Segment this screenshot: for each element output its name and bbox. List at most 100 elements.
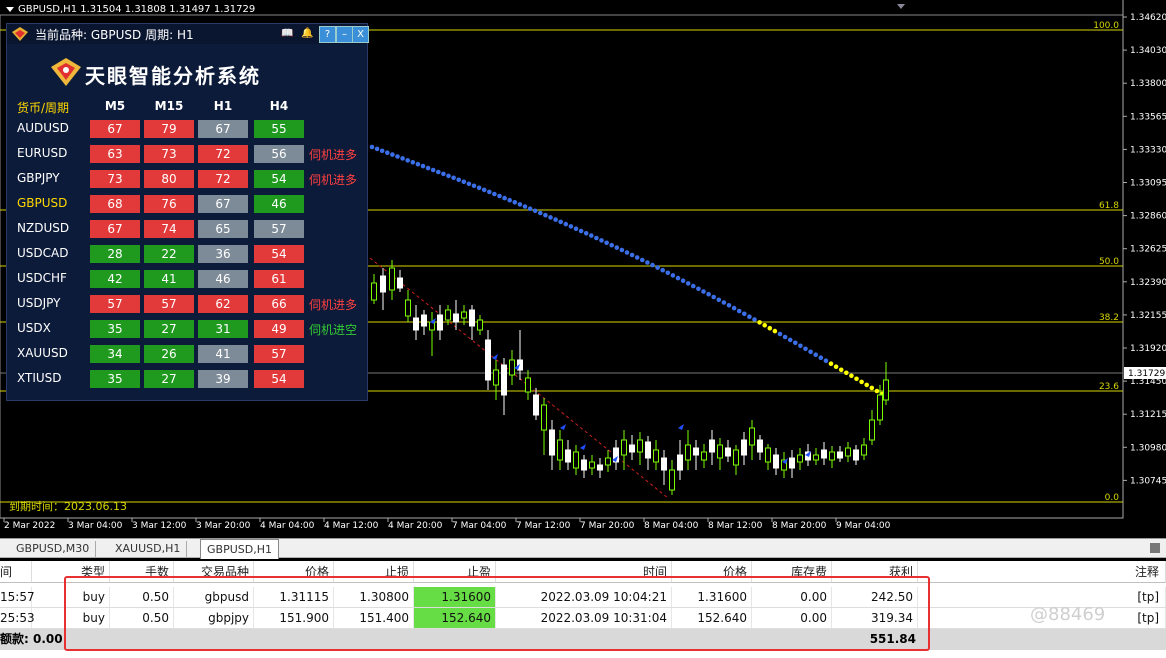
indicator-dot	[706, 291, 711, 297]
signal-cell: 46	[198, 270, 248, 288]
price-tick-label: 1.30980	[1130, 443, 1166, 453]
row-symbol-audusd[interactable]: AUDUSD	[17, 121, 69, 135]
indicator-dot	[624, 250, 630, 255]
brand-title: 天眼智能分析系统	[85, 64, 261, 88]
col-header-m5: M5	[104, 99, 126, 113]
indicator-dot	[456, 177, 462, 183]
shift-marker-icon[interactable]	[897, 4, 905, 9]
row-symbol-xauusd[interactable]: XAUUSD	[17, 346, 68, 360]
indicator-dot	[425, 165, 431, 171]
row-symbol-usdx[interactable]: USDX	[17, 321, 51, 335]
row-symbol-usdchf[interactable]: USDCHF	[17, 271, 67, 285]
indicator-dot	[767, 325, 773, 331]
highlight-box	[64, 576, 930, 651]
time-tick-label: 9 Mar 04:00	[836, 521, 891, 531]
price-tick-label: 1.33330	[1130, 145, 1166, 155]
price-tick-label: 1.34030	[1130, 46, 1166, 56]
row-symbol-xtiusd[interactable]: XTIUSD	[17, 371, 62, 385]
indicator-dot	[619, 247, 625, 253]
chart-menu-triangle-icon[interactable]	[6, 6, 14, 12]
indicator-dot	[803, 346, 808, 352]
indicator-dot	[742, 311, 747, 317]
indicator-dot	[446, 173, 451, 179]
col-header[interactable]: 注释	[918, 561, 1166, 583]
signal-cell: 72	[198, 145, 248, 163]
row-symbol-usdjpy[interactable]: USDJPY	[17, 296, 60, 310]
tab-xauusd-h1[interactable]: XAUUSD,H1	[109, 541, 188, 557]
indicator-dot	[374, 146, 380, 152]
close-icon[interactable]: X	[352, 26, 369, 43]
indicator-dot	[471, 183, 477, 189]
row-symbol-usdcad[interactable]: USDCAD	[17, 246, 68, 260]
signal-cell: 67	[198, 120, 248, 138]
tab-scroll-icon[interactable]	[1150, 543, 1160, 553]
col-header-m15: M15	[154, 99, 184, 113]
indicator-dot	[869, 385, 875, 391]
indicator-dot	[614, 245, 620, 250]
indicator-dot	[517, 202, 523, 207]
indicator-dot	[752, 317, 757, 322]
indicator-dot	[563, 221, 569, 227]
indicator-dot	[645, 260, 650, 265]
indicator-dot	[558, 219, 563, 225]
row-symbol-eurusd[interactable]: EURUSD	[17, 146, 67, 160]
indicator-dot	[844, 370, 849, 376]
row-symbol-gbpjpy[interactable]: GBPJPY	[17, 171, 60, 185]
signal-cell: 54	[254, 245, 304, 263]
signal-cell: 49	[254, 320, 304, 338]
indicator-dot	[527, 206, 533, 211]
time-tick-label: 2 Mar 2022	[4, 521, 55, 531]
bell-icon[interactable]: 🔔	[300, 26, 315, 41]
indicator-dot	[823, 358, 829, 364]
price-tick-label: 1.31450	[1130, 377, 1166, 387]
time-tick-label: 4 Mar 12:00	[324, 521, 379, 531]
indicator-dot	[481, 187, 487, 193]
signal-cell: 46	[254, 195, 304, 213]
minimize-icon[interactable]: –	[336, 26, 353, 43]
indicator-dot	[573, 226, 579, 231]
indicator-dot	[502, 195, 507, 201]
row-symbol-nzdusd[interactable]: NZDUSD	[17, 221, 69, 235]
fib-label: 61.8	[1099, 201, 1119, 211]
indicator-dot	[390, 152, 395, 157]
col-header[interactable]: 间	[0, 561, 32, 583]
row-symbol-gbpusd[interactable]: GBPUSD	[17, 196, 67, 210]
tab-gbpusd-h1[interactable]: GBPUSD,H1	[200, 539, 279, 559]
col-header-h1: H1	[213, 99, 233, 113]
price-tick-label: 1.34620	[1130, 13, 1166, 23]
signal-cell: 66	[254, 295, 304, 313]
help-icon[interactable]: ?	[319, 26, 336, 43]
analysis-panel[interactable]: 当前品种: GBPUSD 周期: H1 📖 🔔 ? – X 天眼智能分析系统 货…	[6, 23, 369, 401]
indicator-dot	[640, 257, 645, 263]
indicator-dot	[385, 150, 390, 155]
indicator-dot	[420, 163, 426, 169]
price-tick-label: 1.32390	[1130, 278, 1166, 288]
indicator-dot	[369, 144, 375, 150]
indicator-dot	[466, 181, 472, 187]
indicator-dot	[747, 314, 752, 320]
indicator-dot	[548, 215, 553, 220]
indicator-dot	[410, 160, 416, 165]
indicator-dot	[583, 231, 589, 236]
panel-titlebar[interactable]: 当前品种: GBPUSD 周期: H1 📖 🔔 ? – X	[7, 24, 369, 44]
signal-note: 伺机进多	[309, 173, 358, 187]
indicator-dot	[522, 204, 528, 209]
book-icon[interactable]: 📖	[280, 26, 295, 41]
indicator-dot	[476, 185, 482, 191]
signal-cell: 72	[198, 170, 248, 188]
price-tick-label: 1.31920	[1130, 344, 1166, 354]
tab-gbpusd-m30[interactable]: GBPUSD,M30	[10, 541, 97, 557]
fib-label: 0.0	[1105, 493, 1120, 503]
indicator-dot	[757, 320, 762, 325]
price-tick-label: 1.32155	[1130, 311, 1166, 321]
fib-label: 38.2	[1099, 313, 1119, 323]
indicator-dot	[849, 373, 854, 379]
signal-cell: 67	[90, 220, 140, 238]
indicator-dot	[451, 175, 456, 181]
indicator-dot	[808, 349, 813, 355]
signal-cell: 28	[90, 245, 140, 263]
time-tick-label: 3 Mar 12:00	[132, 521, 187, 531]
price-chart[interactable]: 1.34620 1.34030 1.33800 1.33565 1.33330 1.330…	[0, 0, 1166, 538]
signal-note: 伺机进多	[309, 148, 358, 162]
indicator-dot	[589, 233, 594, 238]
